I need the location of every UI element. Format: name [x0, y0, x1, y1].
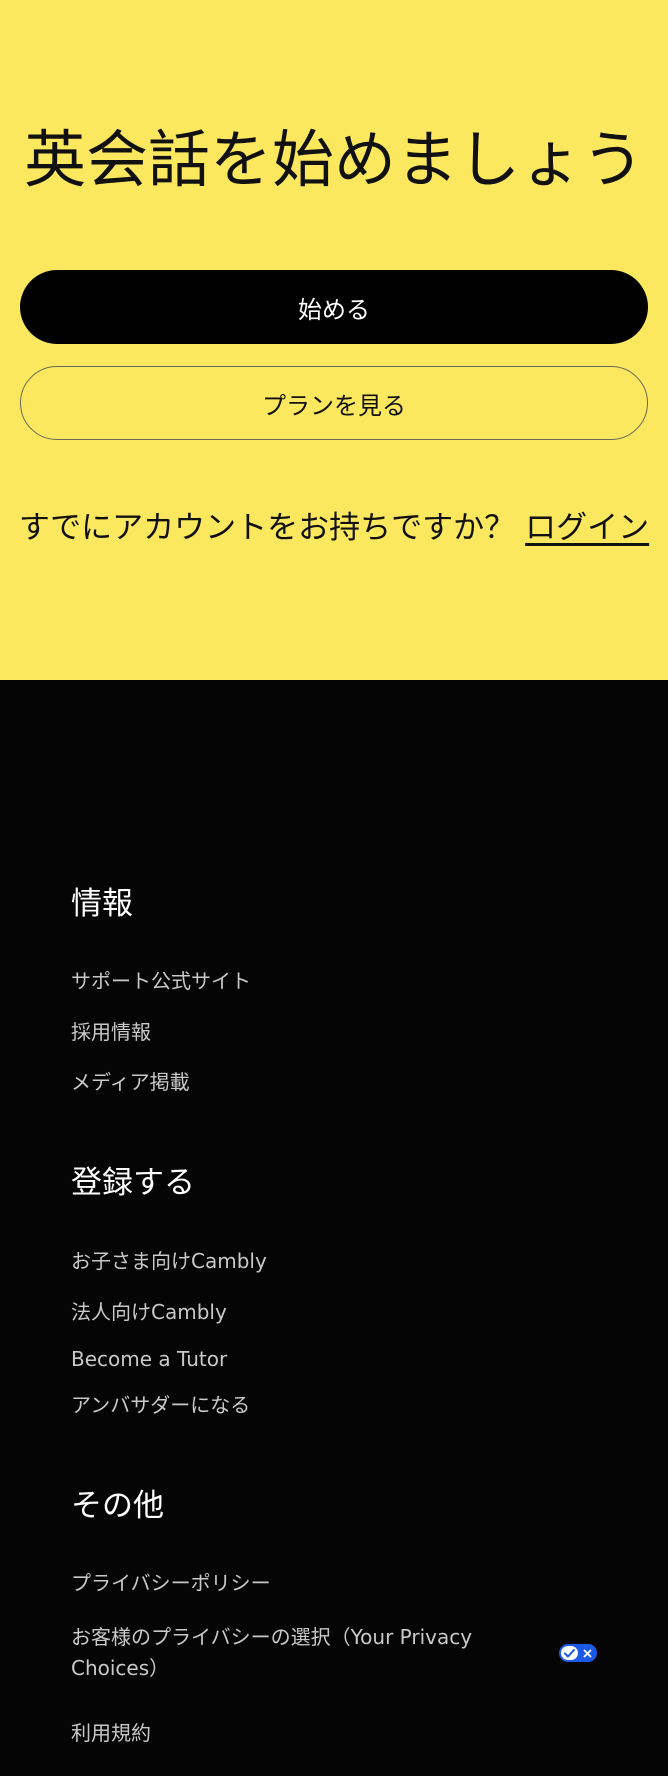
footer-heading-register: 登録する: [71, 1165, 195, 1201]
footer-heading-other: その他: [71, 1488, 164, 1524]
view-plans-button[interactable]: プランを見る: [20, 366, 648, 440]
footer-link-privacy-choices[interactable]: お客様のプライバシーの選択（Your Privacy Choices）: [71, 1622, 511, 1684]
hero-section: 英会話を始めましょう 始める プランを見る すでにアカウントをお持ちですか？ ログ…: [0, 0, 668, 680]
footer-link-kids[interactable]: お子さま向けCambly: [71, 1246, 267, 1277]
footer-link-terms[interactable]: 利用規約: [71, 1718, 151, 1749]
x-icon: [580, 1646, 595, 1660]
footer-link-become-tutor[interactable]: Become a Tutor: [71, 1344, 227, 1375]
footer-link-press[interactable]: メディア掲載: [71, 1067, 190, 1098]
privacy-choices-toggle-icon[interactable]: [559, 1644, 597, 1662]
footer: 情報 サポート公式サイト 採用情報 メディア掲載 登録する お子さま向けCamb…: [0, 680, 668, 1776]
start-button[interactable]: 始める: [20, 270, 648, 344]
footer-link-ambassador[interactable]: アンバサダーになる: [71, 1390, 250, 1421]
login-prompt: すでにアカウントをお持ちですか？: [18, 510, 516, 546]
check-icon: [561, 1646, 578, 1660]
login-row: すでにアカウントをお持ちですか？ ログイン: [0, 502, 668, 554]
hero-title: 英会話を始めましょう: [23, 123, 644, 196]
footer-link-support-site[interactable]: サポート公式サイト: [71, 966, 251, 997]
footer-link-privacy-policy[interactable]: プライバシーポリシー: [71, 1568, 271, 1599]
login-link[interactable]: ログイン: [525, 510, 649, 546]
footer-heading-info: 情報: [71, 886, 133, 922]
footer-link-business[interactable]: 法人向けCambly: [71, 1297, 227, 1328]
footer-link-careers[interactable]: 採用情報: [71, 1017, 151, 1048]
